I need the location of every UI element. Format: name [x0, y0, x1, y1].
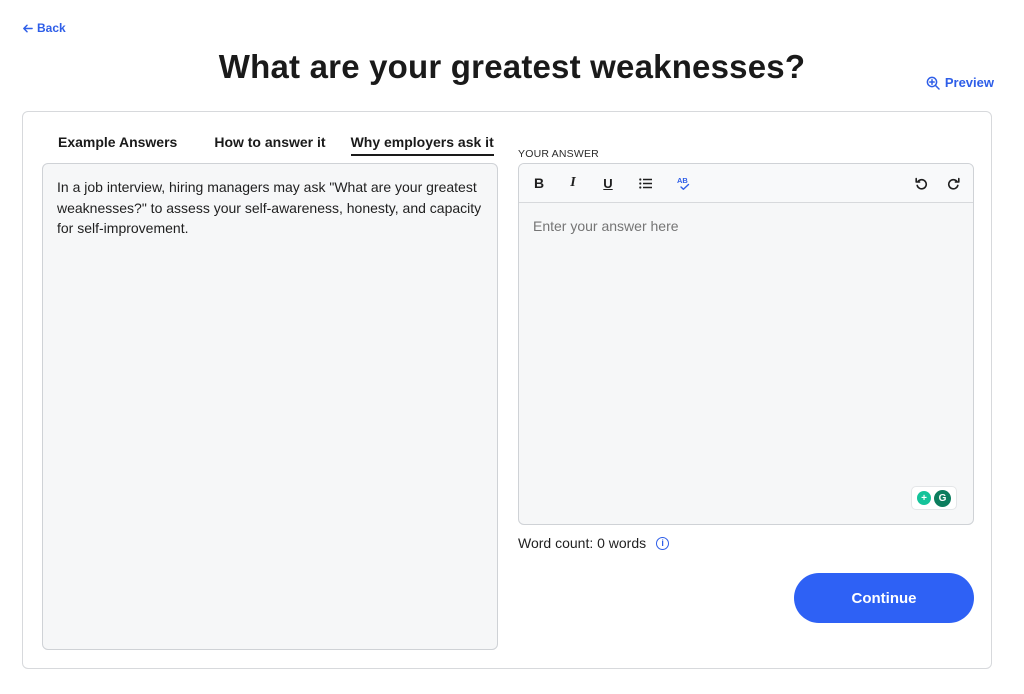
arrow-left-icon — [23, 24, 33, 32]
back-label: Back — [37, 21, 66, 35]
preview-button[interactable]: Preview — [926, 75, 994, 90]
page-title: What are your greatest weaknesses? — [218, 48, 806, 85]
undo-icon — [914, 177, 927, 190]
your-answer-label: YOUR ANSWER — [518, 148, 599, 160]
answer-editor: B I U AB + G — [518, 163, 974, 525]
tab-bar: Example Answers How to answer it Why emp… — [58, 134, 494, 156]
info-icon[interactable]: i — [656, 536, 670, 550]
tab-how-to-answer[interactable]: How to answer it — [214, 134, 325, 156]
redo-icon — [947, 177, 960, 190]
grammarly-icon[interactable]: G — [934, 489, 951, 507]
zoom-in-icon — [926, 76, 940, 90]
spellcheck-icon: AB — [677, 176, 690, 190]
italic-button[interactable]: I — [563, 173, 583, 193]
spellcheck-glyph: AB — [677, 176, 688, 185]
continue-button[interactable]: Continue — [794, 573, 974, 623]
grammarly-widget[interactable]: + G — [911, 486, 957, 510]
bold-button[interactable]: B — [529, 173, 549, 193]
explanation-panel: In a job interview, hiring managers may … — [42, 163, 498, 650]
editor-toolbar: B I U AB — [519, 164, 973, 203]
word-count-text: Word count: 0 words — [518, 535, 647, 551]
underline-button[interactable]: U — [598, 173, 618, 193]
bullet-list-button[interactable] — [635, 173, 655, 193]
list-icon — [638, 177, 652, 189]
word-count: Word count: 0 words i — [518, 535, 670, 551]
redo-button[interactable] — [943, 173, 963, 193]
answer-input[interactable] — [519, 203, 973, 524]
back-link[interactable]: Back — [22, 21, 66, 35]
preview-label: Preview — [944, 75, 994, 90]
undo-button[interactable] — [911, 173, 931, 193]
tab-why-employers-ask[interactable]: Why employers ask it — [350, 134, 494, 156]
grammarly-suggestion-icon[interactable]: + — [917, 491, 931, 505]
tab-example-answers[interactable]: Example Answers — [58, 134, 177, 156]
spellcheck-button[interactable]: AB — [674, 173, 694, 193]
explanation-text: In a job interview, hiring managers may … — [57, 179, 482, 236]
